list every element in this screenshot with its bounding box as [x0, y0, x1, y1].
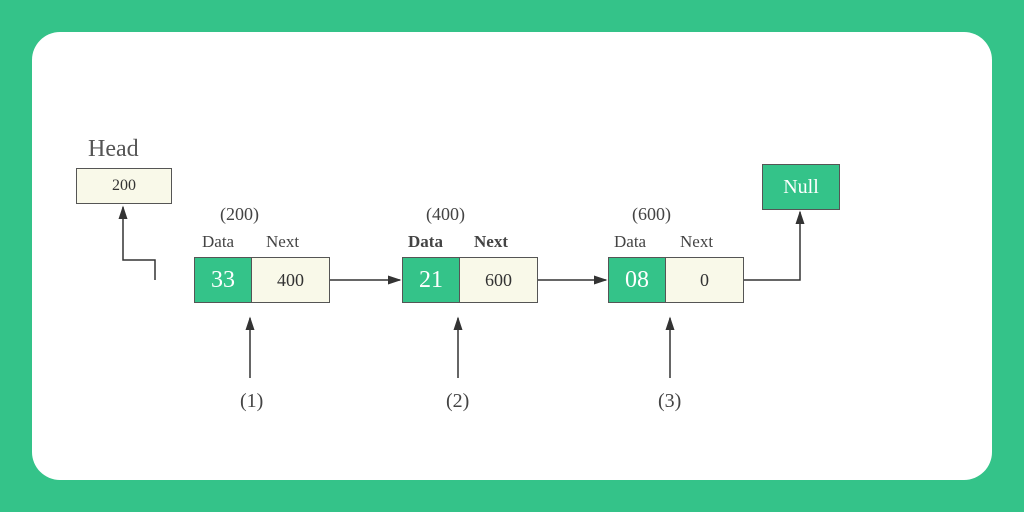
next-col-label: Next — [266, 232, 299, 252]
arrows-svg — [32, 32, 992, 480]
node-address: (400) — [426, 204, 465, 225]
node-1: 33 400 — [194, 257, 330, 303]
head-value: 200 — [112, 177, 136, 195]
data-col-label: Data — [202, 232, 234, 252]
node-next: 400 — [251, 258, 329, 302]
next-col-label: Next — [680, 232, 713, 252]
node-next: 0 — [665, 258, 743, 302]
node-data: 33 — [195, 258, 251, 302]
index-label-3: (3) — [658, 390, 681, 413]
index-label-2: (2) — [446, 390, 469, 413]
null-box: Null — [762, 164, 840, 210]
data-col-label: Data — [614, 232, 646, 252]
data-col-label: Data — [408, 232, 443, 252]
node-data: 21 — [403, 258, 459, 302]
node-address: (200) — [220, 204, 259, 225]
node-address: (600) — [632, 204, 671, 225]
diagram-card: Head 200 Null (200) Data Next 33 400 (40… — [32, 32, 992, 480]
head-box: 200 — [76, 168, 172, 204]
head-label: Head — [88, 136, 139, 163]
node-2: 21 600 — [402, 257, 538, 303]
next-col-label: Next — [474, 232, 508, 252]
null-label: Null — [783, 176, 819, 199]
node-data: 08 — [609, 258, 665, 302]
node-3: 08 0 — [608, 257, 744, 303]
index-label-1: (1) — [240, 390, 263, 413]
node-next: 600 — [459, 258, 537, 302]
